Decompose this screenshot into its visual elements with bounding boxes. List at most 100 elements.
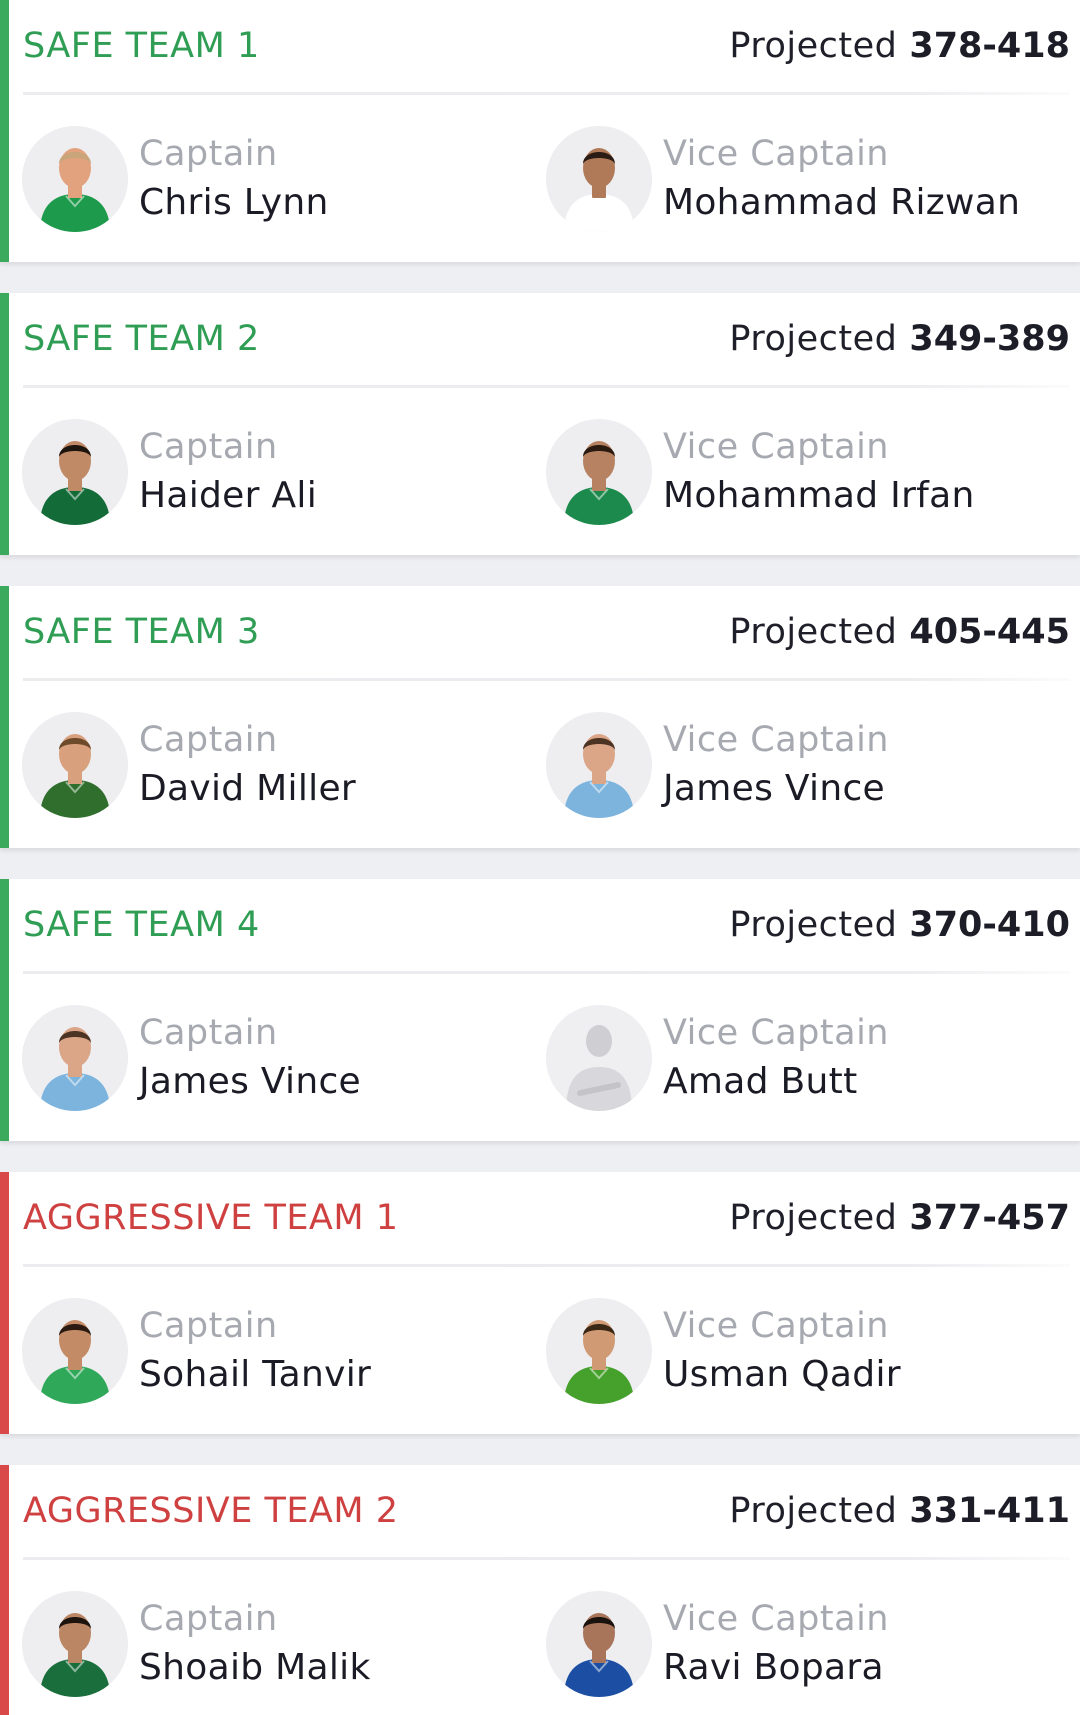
projected-score: Projected 377-457 xyxy=(729,1198,1070,1238)
player-name: Chris Lynn xyxy=(139,182,329,223)
player-avatar xyxy=(22,1298,128,1404)
team-card-header: AGGRESSIVE TEAM 2 Projected 331-411 xyxy=(9,1465,1080,1557)
team-name: SAFE TEAM 1 xyxy=(23,26,260,66)
player-avatar xyxy=(546,1591,652,1697)
player-name: Haider Ali xyxy=(139,475,318,516)
player-name: Shoaib Malik xyxy=(139,1647,371,1688)
vice-captain-label: Vice Captain xyxy=(663,1013,889,1053)
player-name: Mohammad Rizwan xyxy=(663,182,1021,223)
player-avatar xyxy=(546,1298,652,1404)
projected-score: Projected 378-418 xyxy=(729,26,1070,66)
captain-player[interactable]: Captain James Vince xyxy=(22,1005,502,1111)
projected-label: Projected xyxy=(729,612,898,652)
player-avatar xyxy=(546,1005,652,1111)
player-avatar xyxy=(546,712,652,818)
player-avatar xyxy=(546,419,652,525)
team-card-header: SAFE TEAM 2 Projected 349-389 xyxy=(9,293,1080,385)
projected-range: 377-457 xyxy=(909,1198,1070,1238)
projected-range: 378-418 xyxy=(909,26,1070,66)
captain-player[interactable]: Captain Chris Lynn xyxy=(22,126,502,232)
vice-captain-player[interactable]: Vice Captain Amad Butt xyxy=(546,1005,1026,1111)
player-photo xyxy=(546,712,652,818)
player-avatar xyxy=(22,126,128,232)
player-name: Amad Butt xyxy=(663,1061,858,1102)
card-divider xyxy=(23,678,1070,681)
projected-score: Projected 370-410 xyxy=(729,905,1070,945)
player-photo xyxy=(546,1298,652,1404)
player-name: James Vince xyxy=(663,768,885,809)
vice-captain-player[interactable]: Vice Captain Ravi Bopara xyxy=(546,1591,1026,1697)
captain-label: Captain xyxy=(139,1013,278,1053)
team-name: SAFE TEAM 3 xyxy=(23,612,260,652)
player-avatar xyxy=(22,712,128,818)
player-name: Mohammad Irfan xyxy=(663,475,975,516)
vice-captain-label: Vice Captain xyxy=(663,134,889,174)
vice-captain-player[interactable]: Vice Captain Mohammad Irfan xyxy=(546,419,1026,525)
captain-label: Captain xyxy=(139,1306,278,1346)
player-photo xyxy=(22,1298,128,1404)
projected-label: Projected xyxy=(729,319,898,359)
captain-player[interactable]: Captain Shoaib Malik xyxy=(22,1591,502,1697)
projected-label: Projected xyxy=(729,1491,898,1531)
captain-player[interactable]: Captain David Miller xyxy=(22,712,502,818)
projected-label: Projected xyxy=(729,905,898,945)
team-card[interactable]: SAFE TEAM 1 Projected 378-418 Captain Chris … xyxy=(0,0,1080,262)
player-name: James Vince xyxy=(139,1061,361,1102)
player-avatar xyxy=(22,1591,128,1697)
card-divider xyxy=(23,385,1070,388)
player-avatar xyxy=(22,419,128,525)
team-card[interactable]: AGGRESSIVE TEAM 2 Projected 331-411 Captain… xyxy=(0,1465,1080,1715)
projected-range: 349-389 xyxy=(909,319,1070,359)
team-card[interactable]: AGGRESSIVE TEAM 1 Projected 377-457 Captain… xyxy=(0,1172,1080,1434)
player-photo xyxy=(546,1005,652,1111)
team-name: SAFE TEAM 4 xyxy=(23,905,260,945)
vice-captain-player[interactable]: Vice Captain Mohammad Rizwan xyxy=(546,126,1026,232)
vice-captain-label: Vice Captain xyxy=(663,720,889,760)
team-name: AGGRESSIVE TEAM 1 xyxy=(23,1198,399,1238)
card-divider xyxy=(23,971,1070,974)
player-avatar xyxy=(546,126,652,232)
projected-label: Projected xyxy=(729,26,898,66)
captain-label: Captain xyxy=(139,1599,278,1639)
player-photo xyxy=(22,1005,128,1111)
player-name: Ravi Bopara xyxy=(663,1647,884,1688)
card-divider xyxy=(23,92,1070,95)
vice-captain-player[interactable]: Vice Captain James Vince xyxy=(546,712,1026,818)
team-card[interactable]: SAFE TEAM 3 Projected 405-445 Captain David … xyxy=(0,586,1080,848)
team-name: SAFE TEAM 2 xyxy=(23,319,260,359)
vice-captain-label: Vice Captain xyxy=(663,1306,889,1346)
player-photo xyxy=(546,1591,652,1697)
captain-player[interactable]: Captain Haider Ali xyxy=(22,419,502,525)
card-divider xyxy=(23,1264,1070,1267)
captain-player[interactable]: Captain Sohail Tanvir xyxy=(22,1298,502,1404)
projected-range: 331-411 xyxy=(909,1491,1070,1531)
team-name: AGGRESSIVE TEAM 2 xyxy=(23,1491,399,1531)
team-card-header: AGGRESSIVE TEAM 1 Projected 377-457 xyxy=(9,1172,1080,1264)
captain-label: Captain xyxy=(139,720,278,760)
player-photo xyxy=(22,712,128,818)
team-card-header: SAFE TEAM 1 Projected 378-418 xyxy=(9,0,1080,92)
vice-captain-label: Vice Captain xyxy=(663,1599,889,1639)
team-card-header: SAFE TEAM 4 Projected 370-410 xyxy=(9,879,1080,971)
team-card[interactable]: SAFE TEAM 2 Projected 349-389 Captain Haider… xyxy=(0,293,1080,555)
player-name: Sohail Tanvir xyxy=(139,1354,372,1395)
player-name: David Miller xyxy=(139,768,356,809)
player-photo xyxy=(22,1591,128,1697)
team-card-header: SAFE TEAM 3 Projected 405-445 xyxy=(9,586,1080,678)
player-photo xyxy=(546,419,652,525)
projected-label: Projected xyxy=(729,1198,898,1238)
vice-captain-label: Vice Captain xyxy=(663,427,889,467)
player-avatar xyxy=(22,1005,128,1111)
player-name: Usman Qadir xyxy=(663,1354,901,1395)
team-card[interactable]: SAFE TEAM 4 Projected 370-410 Captain James … xyxy=(0,879,1080,1141)
projected-range: 370-410 xyxy=(909,905,1070,945)
captain-label: Captain xyxy=(139,427,278,467)
captain-label: Captain xyxy=(139,134,278,174)
projected-range: 405-445 xyxy=(909,612,1070,652)
projected-score: Projected 405-445 xyxy=(729,612,1070,652)
team-suggestions-list: SAFE TEAM 1 Projected 378-418 Captain Chris … xyxy=(0,0,1080,1715)
player-photo xyxy=(22,126,128,232)
projected-score: Projected 349-389 xyxy=(729,319,1070,359)
projected-score: Projected 331-411 xyxy=(729,1491,1070,1531)
vice-captain-player[interactable]: Vice Captain Usman Qadir xyxy=(546,1298,1026,1404)
